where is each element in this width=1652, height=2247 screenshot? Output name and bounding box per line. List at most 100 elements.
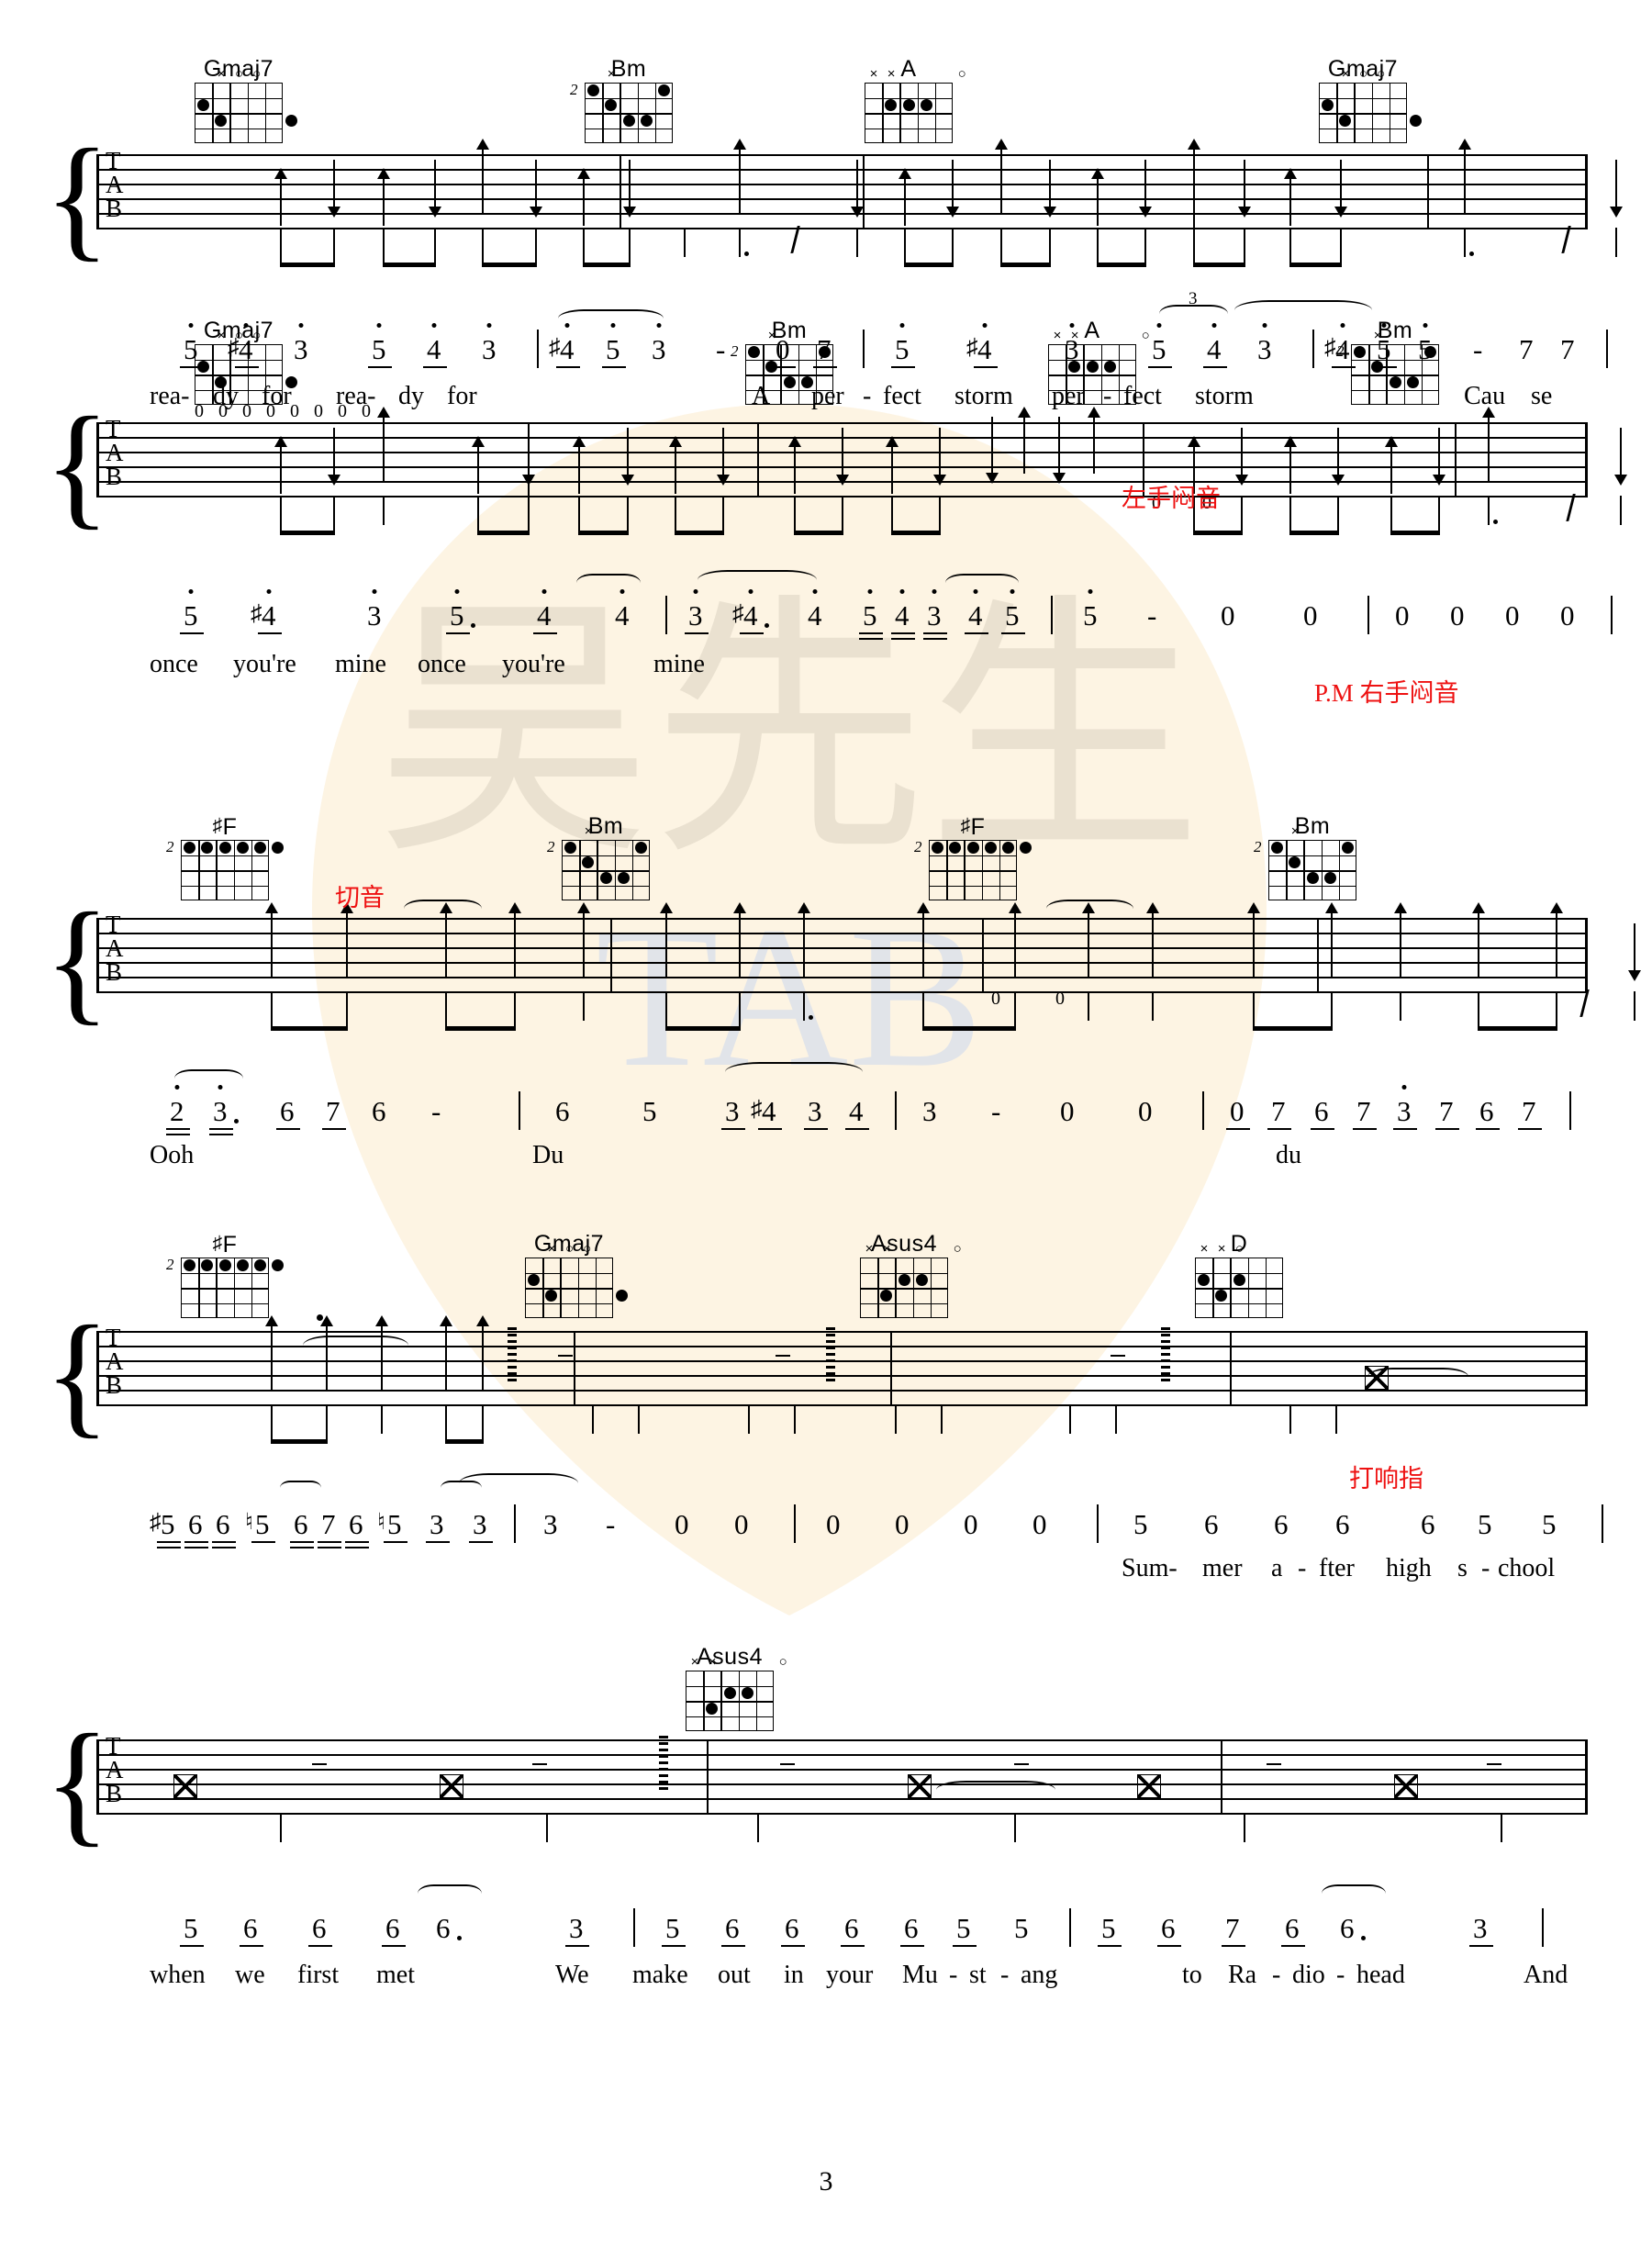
notation-number: 7: [1560, 333, 1575, 365]
notation-barline: [1312, 330, 1314, 368]
lyric-word: in: [784, 1961, 804, 1989]
notation-number: 3: [688, 589, 703, 630]
chord-diagram: Asus4 × × ○: [849, 1230, 962, 1323]
held-note-dash: [780, 1763, 795, 1765]
notation-number: 6: [372, 1095, 386, 1127]
strum-arrow-up: [1394, 902, 1406, 978]
rhythm-stem: [445, 1404, 447, 1439]
beam-underline-2: [290, 1547, 314, 1549]
sharp-sign: ♯: [549, 335, 561, 360]
rhythm-stem: [482, 228, 484, 263]
beam-underline-2: [318, 1547, 341, 1549]
strum-arrow-down: [1139, 160, 1151, 218]
beam-underline: [1157, 1945, 1181, 1948]
open-string-icon: ○: [1377, 66, 1386, 82]
notation-number: 6: [216, 1508, 230, 1540]
notation-number: 7: [1225, 1912, 1240, 1944]
rhythm-stem: [346, 991, 348, 1026]
finger-dot: [898, 1274, 910, 1287]
notation-number: 3: [367, 589, 382, 630]
slur: [725, 1062, 863, 1082]
beam-underline: [740, 632, 764, 635]
muted-hit-marker: [1137, 1774, 1161, 1798]
beam-underline: [251, 1541, 275, 1544]
notation-number: 5: [1152, 323, 1166, 363]
tab-fret-number: 0: [1055, 989, 1065, 1009]
barline: [96, 918, 99, 991]
lyric-word: Mu: [902, 1961, 938, 1989]
rhythm-beam: [583, 263, 631, 267]
strum-arrow-down: [933, 428, 945, 486]
lyric-word: to: [1182, 1961, 1202, 1989]
staff-line: [96, 169, 1588, 171]
strum-arrow-up: [1284, 436, 1296, 494]
rhythm-beam: [383, 263, 436, 267]
notation-number: 0: [1303, 599, 1318, 632]
tab-fret-number: 0: [242, 401, 251, 421]
strum-arrow-up: [1091, 168, 1103, 226]
rhythm-beam: [1478, 1026, 1557, 1031]
strum-arrow-up: [733, 139, 745, 215]
notation-number: 2: [170, 1085, 184, 1125]
tab-fret-number: 0: [195, 401, 204, 421]
fret-position-number: 2: [166, 838, 174, 855]
chord-diagram: Bm × 2: [1336, 317, 1450, 409]
staff-line: [96, 1783, 1588, 1785]
rhythm-stem: [1244, 228, 1245, 263]
lyric-word: high: [1386, 1554, 1432, 1582]
augmentation-dot: [470, 623, 475, 628]
rhythm-stem: [546, 1813, 548, 1842]
lyric-word: fect: [883, 382, 921, 410]
muted-string-icon: ×: [1070, 328, 1079, 343]
held-note-dash: [1267, 1763, 1281, 1765]
barline: [1221, 1739, 1222, 1813]
octave-dot: [486, 323, 492, 328]
strum-arrow-down: [1334, 160, 1346, 218]
rhythm-stem: [1556, 991, 1557, 1026]
finger-dot: [272, 841, 285, 854]
finger-dot: [218, 1258, 231, 1271]
notation-number: 6: [1204, 1508, 1219, 1540]
notation-number: 4: [895, 589, 910, 630]
notation-number: 6: [188, 1508, 203, 1540]
arpeggio-squiggle: [508, 1327, 517, 1384]
staff-line: [96, 933, 1588, 934]
lyric-word: storm: [954, 382, 1013, 410]
octave-dot: [748, 589, 753, 594]
notation-number: -: [716, 333, 726, 365]
beam-underline: [841, 1945, 865, 1948]
beam-underline: [1226, 1128, 1250, 1131]
augmentation-dot: [764, 623, 769, 628]
beam-underline: [533, 632, 557, 635]
augmentation-dot: [456, 1936, 462, 1940]
chord-diagram: D × × ○: [1184, 1230, 1294, 1323]
notation-number: 0: [1230, 1095, 1245, 1127]
rhythm-stem: [856, 228, 858, 257]
finger-dot: [184, 841, 196, 854]
muted-string-icon: ×: [607, 66, 616, 82]
rhythm-stem: [1014, 991, 1016, 1026]
rhythm-beam: [271, 1026, 348, 1031]
finger-dot: [253, 841, 266, 854]
strum-arrow-down: [328, 428, 340, 486]
held-note-dash: [1014, 1763, 1029, 1765]
finger-dot: [1086, 361, 1099, 374]
rhythm-stem: [326, 1404, 328, 1439]
finger-dot: [915, 1274, 928, 1287]
muted-hit-marker: [440, 1774, 463, 1798]
notation-number: ♮ 5: [245, 1508, 270, 1540]
notation-number: 6: [349, 1508, 363, 1540]
rhythm-beam: [1193, 531, 1243, 535]
lyric-word: for: [447, 382, 477, 410]
strum-arrow-up: [1088, 407, 1099, 474]
finger-dot: [1341, 841, 1354, 854]
finger-dot: [253, 1258, 266, 1271]
notation-number: ♯ 4: [549, 323, 575, 363]
strum-arrow-up: [886, 436, 898, 494]
rhythm-stem: [1400, 991, 1401, 1021]
notation-number: 6: [294, 1508, 308, 1540]
rhythm-stem: [1340, 228, 1342, 263]
notation-number: ♯ 5: [150, 1508, 175, 1540]
notation-barline: [1542, 1908, 1544, 1947]
lyric-word: you're: [233, 650, 296, 678]
